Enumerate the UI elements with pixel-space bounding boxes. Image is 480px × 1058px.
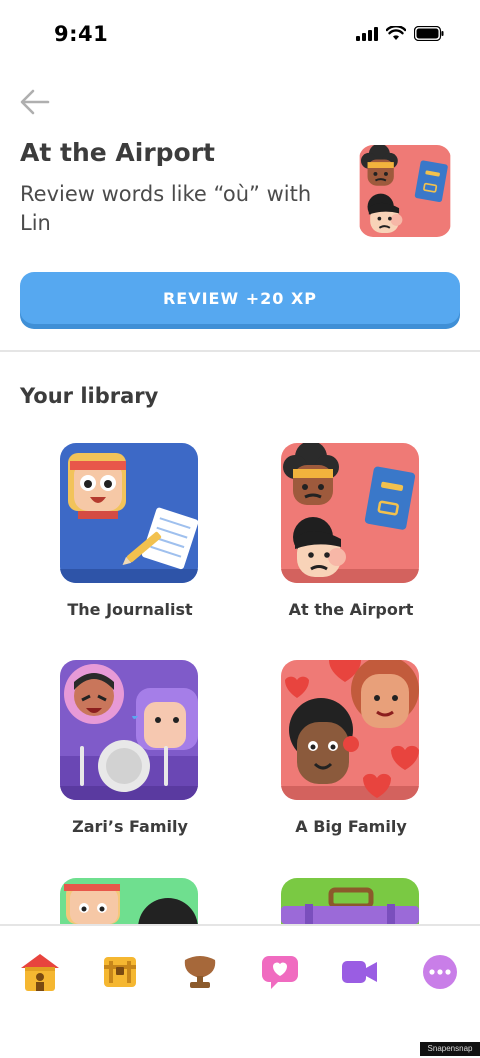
bottom-navigation	[0, 924, 480, 1058]
story-thumbnail	[60, 660, 198, 800]
nav-treasure[interactable]	[98, 950, 142, 994]
story-thumbnail	[281, 660, 419, 800]
video-camera-icon	[342, 961, 377, 983]
library-title: Your library	[20, 384, 159, 408]
status-time: 9:41	[54, 22, 109, 46]
status-bar: 9:41	[0, 0, 480, 70]
watermark: Snapensnap	[420, 1042, 480, 1056]
nav-more[interactable]	[418, 950, 462, 994]
nav-home[interactable]	[18, 950, 62, 994]
trophy-icon	[184, 956, 216, 988]
wifi-icon	[386, 26, 406, 40]
library-card-a-big-family[interactable]: A Big Family	[261, 660, 441, 850]
card-label: The Journalist	[67, 600, 193, 619]
nav-stories[interactable]	[258, 950, 302, 994]
nav-leaderboard[interactable]	[178, 950, 222, 994]
cellular-signal-icon	[356, 26, 378, 41]
home-icon	[21, 954, 59, 991]
library-card-partial-1[interactable]	[40, 878, 220, 924]
story-subtitle: Review words like “où” with Lin	[20, 182, 312, 235]
nav-video[interactable]	[338, 950, 382, 994]
treasure-chest-icon	[104, 957, 136, 987]
card-label: A Big Family	[295, 817, 407, 836]
card-label: Zari’s Family	[72, 817, 188, 836]
back-arrow-icon	[20, 89, 50, 115]
review-button[interactable]: REVIEW +20 XP	[20, 272, 460, 324]
story-thumbnail	[60, 878, 198, 924]
status-icons	[356, 26, 444, 41]
story-thumbnail	[359, 145, 451, 237]
more-icon	[423, 955, 457, 989]
card-label: At the Airport	[288, 600, 414, 619]
library-card-partial-2[interactable]	[261, 878, 441, 924]
story-thumbnail	[281, 443, 419, 583]
library-card-zaris-family[interactable]: Zari’s Family	[40, 660, 220, 850]
story-thumbnail	[60, 443, 198, 583]
library-card-at-the-airport[interactable]: At the Airport	[261, 443, 441, 633]
battery-icon	[414, 26, 444, 41]
story-thumbnail	[281, 878, 419, 924]
library-card-the-journalist[interactable]: The Journalist	[40, 443, 220, 633]
section-divider	[0, 350, 480, 352]
heart-chat-icon	[262, 956, 298, 989]
story-title: At the Airport	[20, 138, 216, 167]
back-button[interactable]	[18, 88, 52, 116]
